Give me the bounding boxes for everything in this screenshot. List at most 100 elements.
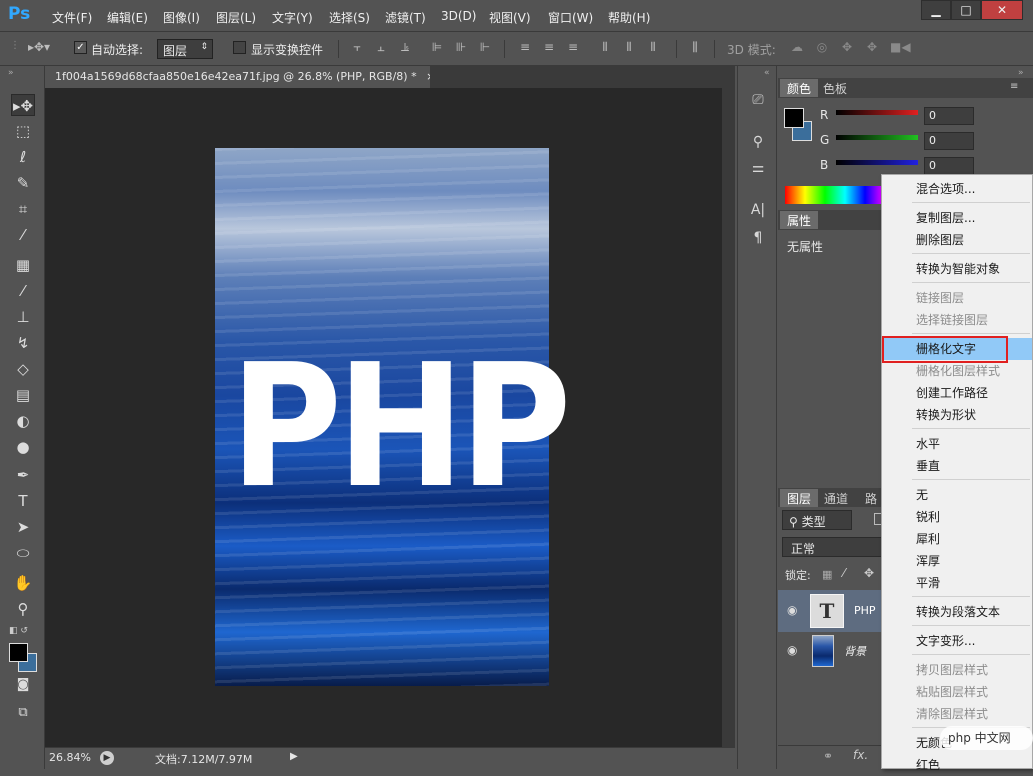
menu-item-aa-strong[interactable]: 浑厚 [882, 550, 1032, 572]
lock-position-icon[interactable]: ✥ [864, 566, 874, 580]
menu-item-convert-paragraph-text[interactable]: 转换为段落文本 [882, 601, 1032, 623]
channel-g-slider[interactable] [836, 135, 918, 140]
tab-swatches[interactable]: 色板 [816, 79, 854, 97]
align-hcenter-icon[interactable]: ⊪ [454, 40, 468, 56]
ellipse-tool-icon[interactable]: ⬭ [11, 542, 35, 564]
menu-item-create-work-path[interactable]: 创建工作路径 [882, 382, 1032, 404]
crop-tool-icon[interactable]: ⌗ [11, 198, 35, 220]
lasso-tool-icon[interactable]: ℓ [11, 146, 35, 168]
blend-mode-dropdown[interactable]: 正常 [782, 537, 882, 557]
default-colors-icon[interactable]: ◧ ↺ [9, 626, 28, 636]
menu-item-convert-smart-object[interactable]: 转换为智能对象 [882, 258, 1032, 280]
maximize-button[interactable]: □ [951, 0, 981, 20]
lock-pixels-icon[interactable]: ⁄ [843, 566, 845, 580]
menu-layer[interactable]: 图层(L) [216, 9, 256, 26]
menu-item-delete-layer[interactable]: 删除图层 [882, 229, 1032, 251]
close-tab-icon[interactable]: × [426, 70, 430, 83]
minimize-button[interactable]: ▁ [921, 0, 951, 20]
menu-item-red[interactable]: 红色 [882, 754, 1032, 776]
panel-menu-icon[interactable]: ≡ [1010, 81, 1018, 92]
align-vcenter-icon[interactable]: ⫠ [374, 40, 388, 56]
move-tool-preset-icon[interactable]: ▸✥▾ [24, 40, 54, 56]
menu-item-vertical[interactable]: 垂直 [882, 455, 1032, 477]
layer-filter-dropdown[interactable]: ⚲ 类型 [782, 510, 852, 530]
healing-brush-tool-icon[interactable]: ▦ [11, 254, 35, 276]
menu-window[interactable]: 窗口(W) [548, 9, 593, 26]
fx-icon[interactable]: fx. [853, 748, 868, 762]
menu-select[interactable]: 选择(S) [329, 9, 370, 26]
brush-tool-icon[interactable]: ⁄ [11, 280, 35, 302]
align-left-icon[interactable]: ⊫ [430, 40, 444, 56]
menu-item-aa-crisp[interactable]: 犀利 [882, 528, 1032, 550]
3d-roll-icon[interactable]: ◎ [815, 40, 829, 56]
distribute-hcenter-icon[interactable]: ⦀ [622, 40, 636, 56]
auto-select-dropdown[interactable]: 图层 ⇕ [157, 39, 213, 59]
foreground-color-swatch[interactable] [9, 643, 28, 662]
channel-g-input[interactable]: 0 [924, 132, 974, 150]
auto-select-checkbox[interactable]: ✓ [74, 41, 87, 54]
history-panel-icon[interactable]: ⎚ [748, 92, 768, 112]
menu-view[interactable]: 视图(V) [489, 9, 531, 26]
zoom-tool-icon[interactable]: ⚲ [11, 598, 35, 620]
channel-b-input[interactable]: 0 [924, 157, 974, 175]
distribute-top-icon[interactable]: ≡ [518, 40, 532, 56]
color-fg-swatch[interactable] [784, 108, 804, 128]
gradient-tool-icon[interactable]: ▤ [11, 384, 35, 406]
menu-file[interactable]: 文件(F) [52, 9, 92, 26]
quick-mask-icon[interactable]: ◙ [11, 674, 35, 696]
distribute-vcenter-icon[interactable]: ≡ [542, 40, 556, 56]
path-select-tool-icon[interactable]: ➤ [11, 516, 35, 538]
collapse-arrows-icon[interactable]: » [1018, 68, 1024, 78]
close-window-button[interactable]: ✕ [981, 0, 1023, 20]
menu-type[interactable]: 文字(Y) [272, 9, 313, 26]
align-right-icon[interactable]: ⊩ [478, 40, 492, 56]
character-panel-icon[interactable]: A| [748, 202, 768, 222]
move-tool-icon[interactable]: ▸✥ [11, 94, 35, 116]
dodge-tool-icon[interactable]: ● [11, 436, 35, 458]
vertical-scrollbar[interactable] [722, 88, 735, 747]
menu-item-aa-sharp[interactable]: 锐利 [882, 506, 1032, 528]
quick-select-tool-icon[interactable]: ✎ [11, 172, 35, 194]
history-brush-tool-icon[interactable]: ↯ [11, 332, 35, 354]
eraser-tool-icon[interactable]: ◇ [11, 358, 35, 380]
layer-row-background[interactable]: ◉ 背景 [778, 633, 882, 669]
status-info-icon[interactable]: ▶ [100, 751, 114, 765]
eye-icon[interactable]: ◉ [787, 603, 797, 617]
collapse-arrows-icon[interactable]: « [764, 68, 770, 78]
menu-item-aa-smooth[interactable]: 平滑 [882, 572, 1032, 594]
pen-tool-icon[interactable]: ✒ [11, 464, 35, 486]
3d-drag-icon[interactable]: ✥ [840, 40, 854, 56]
menu-item-convert-to-shape[interactable]: 转换为形状 [882, 404, 1032, 426]
menu-item-warp-text[interactable]: 文字变形... [882, 630, 1032, 652]
clone-stamp-tool-icon[interactable]: ⊥ [11, 306, 35, 328]
3d-scale-icon[interactable]: ■◀ [890, 40, 911, 56]
status-menu-arrow-icon[interactable]: ▶ [290, 751, 298, 762]
document-tab[interactable]: 1f004a1569d68cfaa850e16e42ea71f.jpg @ 26… [45, 66, 430, 88]
paragraph-panel-icon[interactable]: ¶ [748, 230, 768, 250]
tab-channels[interactable]: 通道 [817, 489, 855, 507]
marquee-tool-icon[interactable]: ⬚ [11, 120, 35, 142]
layer-name[interactable]: PHP [854, 604, 876, 617]
color-ramp[interactable] [785, 186, 885, 204]
menu-image[interactable]: 图像(I) [163, 9, 200, 26]
channel-r-slider[interactable] [836, 110, 918, 115]
align-top-icon[interactable]: ⫟ [350, 40, 364, 56]
canvas-text-layer[interactable]: PHP [230, 342, 572, 512]
menu-item-duplicate-layer[interactable]: 复制图层... [882, 207, 1032, 229]
menu-3d[interactable]: 3D(D) [441, 9, 476, 23]
menu-help[interactable]: 帮助(H) [608, 9, 650, 26]
menu-item-aa-none[interactable]: 无 [882, 484, 1032, 506]
hand-tool-icon[interactable]: ✋ [11, 572, 35, 594]
3d-rotate-icon[interactable]: ☁ [790, 40, 804, 56]
auto-align-icon[interactable]: ⫼ [688, 40, 702, 56]
distribute-right-icon[interactable]: ⦀ [646, 40, 660, 56]
blur-tool-icon[interactable]: ◐ [11, 410, 35, 432]
zoom-level[interactable]: 26.84% [49, 751, 91, 764]
link-layers-icon[interactable]: ⚭ [823, 749, 833, 763]
tab-layers[interactable]: 图层 [780, 489, 819, 507]
distribute-bottom-icon[interactable]: ≡ [566, 40, 580, 56]
channel-b-slider[interactable] [836, 160, 918, 165]
align-bottom-icon[interactable]: ⫡ [398, 40, 412, 56]
tab-color[interactable]: 颜色 [780, 79, 819, 97]
menu-item-horizontal[interactable]: 水平 [882, 433, 1032, 455]
